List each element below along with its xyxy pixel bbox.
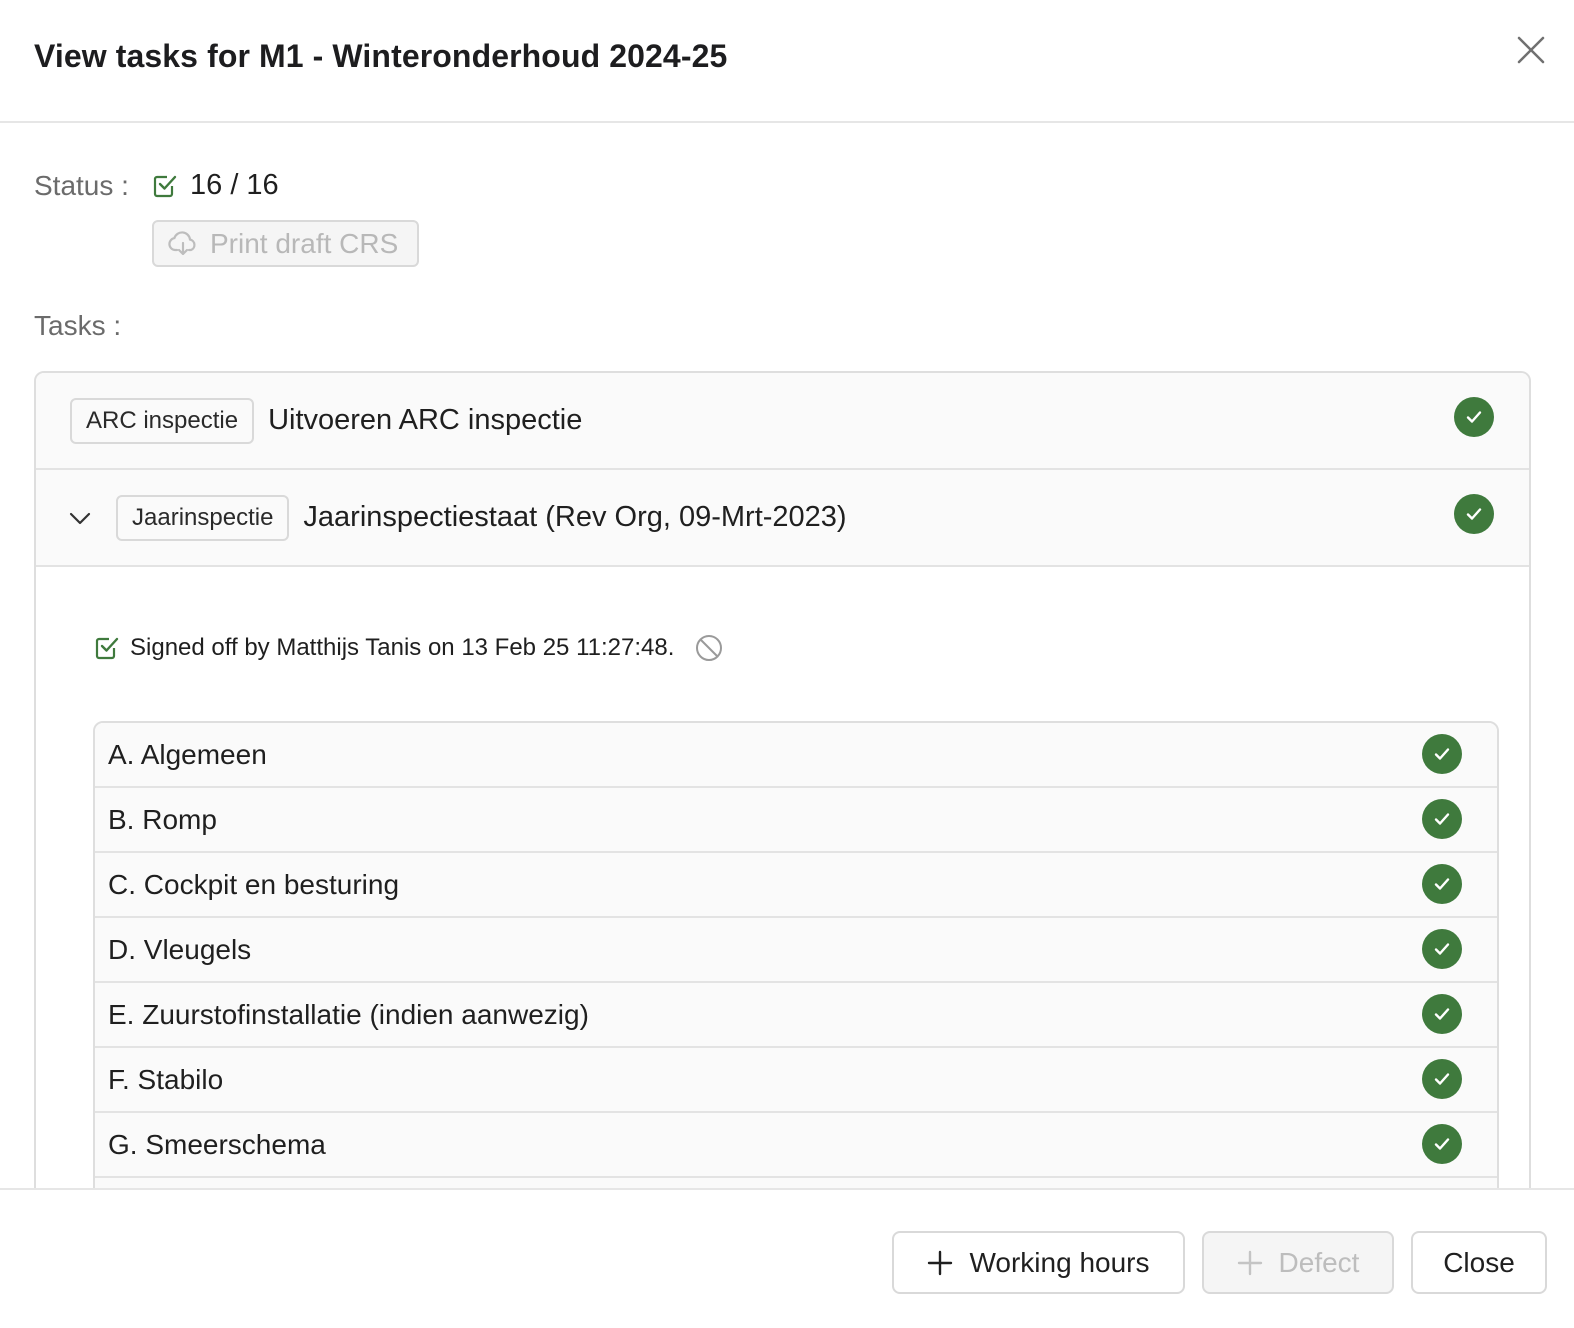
- chevron-down-icon[interactable]: [68, 506, 92, 530]
- status-label: Status :: [34, 170, 129, 201]
- subtask-row[interactable]: A. Algemeen: [95, 723, 1497, 788]
- check-circle-icon: [1422, 799, 1462, 839]
- close-icon[interactable]: [1514, 33, 1548, 67]
- task-name: Uitvoeren ARC inspectie: [268, 404, 583, 436]
- task-name: Jaarinspectiestaat (Rev Org, 09-Mrt-2023…: [303, 501, 847, 533]
- subtask-row[interactable]: [95, 1178, 1497, 1188]
- subtask-row[interactable]: D. Vleugels: [95, 918, 1497, 983]
- tasks-list: ARC inspectie Uitvoeren ARC inspectie Ja…: [34, 371, 1531, 1188]
- subtask-row[interactable]: E. Zuurstofinstallatie (indien aanwezig): [95, 983, 1497, 1048]
- check-circle-icon: [1422, 734, 1462, 774]
- cloud-download-icon: [168, 230, 196, 255]
- subtask-label: C. Cockpit en besturing: [108, 868, 400, 900]
- check-circle-icon: [1422, 929, 1462, 969]
- add-working-hours-button[interactable]: Working hours: [892, 1231, 1185, 1294]
- plus-icon: [1237, 1250, 1262, 1275]
- defect-label: Defect: [1278, 1246, 1360, 1278]
- close-label: Close: [1443, 1246, 1515, 1278]
- subtask-row[interactable]: C. Cockpit en besturing: [95, 853, 1497, 918]
- check-circle-icon: [1454, 397, 1494, 437]
- task-row[interactable]: Jaarinspectie Jaarinspectiestaat (Rev Or…: [36, 470, 1529, 567]
- signoff-line: Signed off by Matthijs Tanis on 13 Feb 2…: [94, 633, 724, 663]
- checkbox-checked-icon: [153, 175, 177, 197]
- subtask-label: G. Smeerschema: [108, 1128, 326, 1160]
- subtask-list: A. Algemeen B. Romp C. Cockpit en bestur…: [93, 721, 1499, 1188]
- subtask-label: B. Romp: [108, 803, 217, 835]
- plus-icon: [928, 1250, 953, 1275]
- print-draft-crs-button[interactable]: Print draft CRS: [152, 220, 419, 267]
- checkbox-checked-icon: [95, 637, 119, 660]
- subtask-row[interactable]: G. Smeerschema: [95, 1113, 1497, 1178]
- task-tag: Jaarinspectie: [116, 494, 290, 541]
- subtask-label: F. Stabilo: [108, 1063, 224, 1095]
- tasks-modal: View tasks for M1 - Winteronderhoud 2024…: [0, 0, 1574, 1328]
- subtask-label: D. Vleugels: [108, 933, 252, 965]
- subtask-label: A. Algemeen: [108, 738, 267, 770]
- modal-footer: Working hours Defect Close: [0, 1188, 1574, 1328]
- subtask-label: E. Zuurstofinstallatie (indien aanwezig): [108, 998, 589, 1030]
- revoke-signoff-icon[interactable]: [694, 633, 724, 663]
- check-circle-icon: [1422, 994, 1462, 1034]
- working-hours-label: Working hours: [969, 1246, 1150, 1278]
- task-details: Signed off by Matthijs Tanis on 13 Feb 2…: [36, 569, 1529, 1188]
- check-circle-icon: [1422, 864, 1462, 904]
- add-defect-button[interactable]: Defect: [1202, 1231, 1394, 1294]
- print-draft-crs-label: Print draft CRS: [210, 227, 399, 259]
- status-value: 16 / 16: [152, 169, 279, 202]
- close-button[interactable]: Close: [1411, 1231, 1547, 1294]
- subtask-row[interactable]: B. Romp: [95, 788, 1497, 853]
- signoff-text: Signed off by Matthijs Tanis on 13 Feb 2…: [130, 634, 675, 661]
- modal-title: View tasks for M1 - Winteronderhoud 2024…: [34, 38, 728, 74]
- modal-header: View tasks for M1 - Winteronderhoud 2024…: [0, 0, 1574, 123]
- task-row[interactable]: ARC inspectie Uitvoeren ARC inspectie: [36, 373, 1529, 470]
- check-circle-icon: [1454, 494, 1494, 534]
- check-circle-icon: [1422, 1059, 1462, 1099]
- check-circle-icon: [1422, 1124, 1462, 1164]
- subtask-row[interactable]: F. Stabilo: [95, 1048, 1497, 1113]
- modal-body[interactable]: Status : 16 / 16 Print draft CRS Tasks :…: [0, 125, 1574, 1188]
- status-count: 16 / 16: [190, 169, 279, 201]
- task-tag: ARC inspectie: [70, 397, 255, 444]
- tasks-label: Tasks :: [34, 310, 122, 341]
